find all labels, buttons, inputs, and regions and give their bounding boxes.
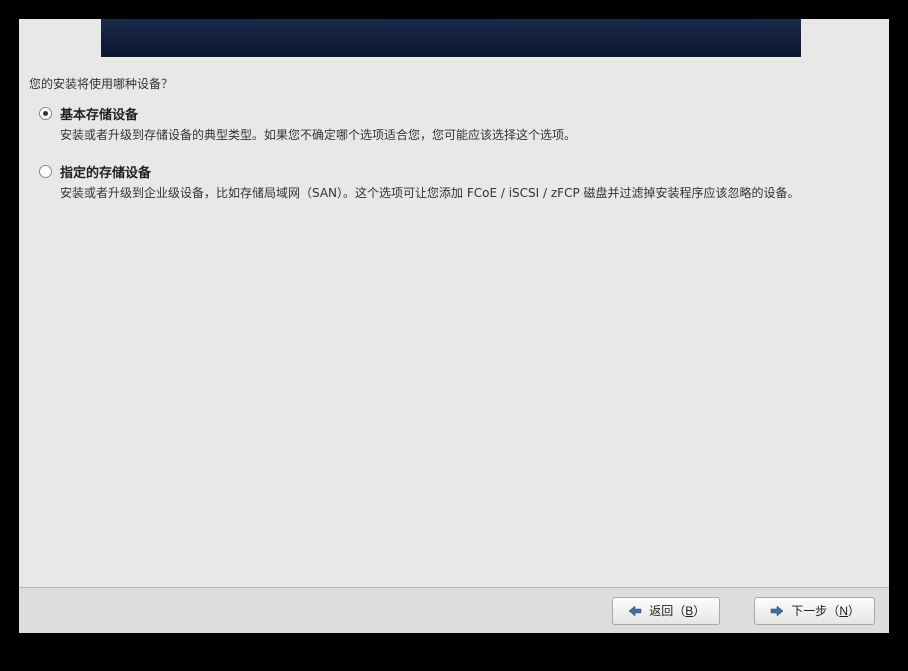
radio-content-basic: 基本存储设备 安装或者升级到存储设备的典型类型。如果您不确定哪个选项适合您，您可… <box>60 104 879 144</box>
content-area: 您的安装将使用哪种设备？ 基本存储设备 安装或者升级到存储设备的典型类型。如果您… <box>19 57 889 587</box>
radio-desc-basic: 安装或者升级到存储设备的典型类型。如果您不确定哪个选项适合您，您可能应该选择这个… <box>60 126 879 144</box>
arrow-right-icon <box>769 605 785 617</box>
radio-desc-specialized: 安装或者升级到企业级设备，比如存储局域网（SAN）。这个选项可让您添加 FCoE… <box>60 184 879 202</box>
installer-window: 您的安装将使用哪种设备？ 基本存储设备 安装或者升级到存储设备的典型类型。如果您… <box>19 19 889 633</box>
storage-device-radio-group: 基本存储设备 安装或者升级到存储设备的典型类型。如果您不确定哪个选项适合您，您可… <box>39 104 879 202</box>
radio-option-basic[interactable]: 基本存储设备 安装或者升级到存储设备的典型类型。如果您不确定哪个选项适合您，您可… <box>39 104 879 144</box>
next-button-label: 下一步（N） <box>791 602 860 619</box>
radio-option-specialized[interactable]: 指定的存储设备 安装或者升级到企业级设备，比如存储局域网（SAN）。这个选项可让… <box>39 162 879 202</box>
arrow-left-icon <box>627 605 643 617</box>
footer-bar: 返回（B） 下一步（N） <box>19 587 889 633</box>
back-button[interactable]: 返回（B） <box>612 597 720 625</box>
back-button-label: 返回（B） <box>649 602 705 619</box>
radio-title-specialized: 指定的存储设备 <box>60 162 879 181</box>
next-button[interactable]: 下一步（N） <box>754 597 875 625</box>
prompt-text: 您的安装将使用哪种设备？ <box>29 75 879 92</box>
radio-button-specialized[interactable] <box>39 165 52 178</box>
radio-button-basic[interactable] <box>39 107 52 120</box>
radio-title-basic: 基本存储设备 <box>60 104 879 123</box>
header-banner <box>101 19 801 57</box>
radio-content-specialized: 指定的存储设备 安装或者升级到企业级设备，比如存储局域网（SAN）。这个选项可让… <box>60 162 879 202</box>
